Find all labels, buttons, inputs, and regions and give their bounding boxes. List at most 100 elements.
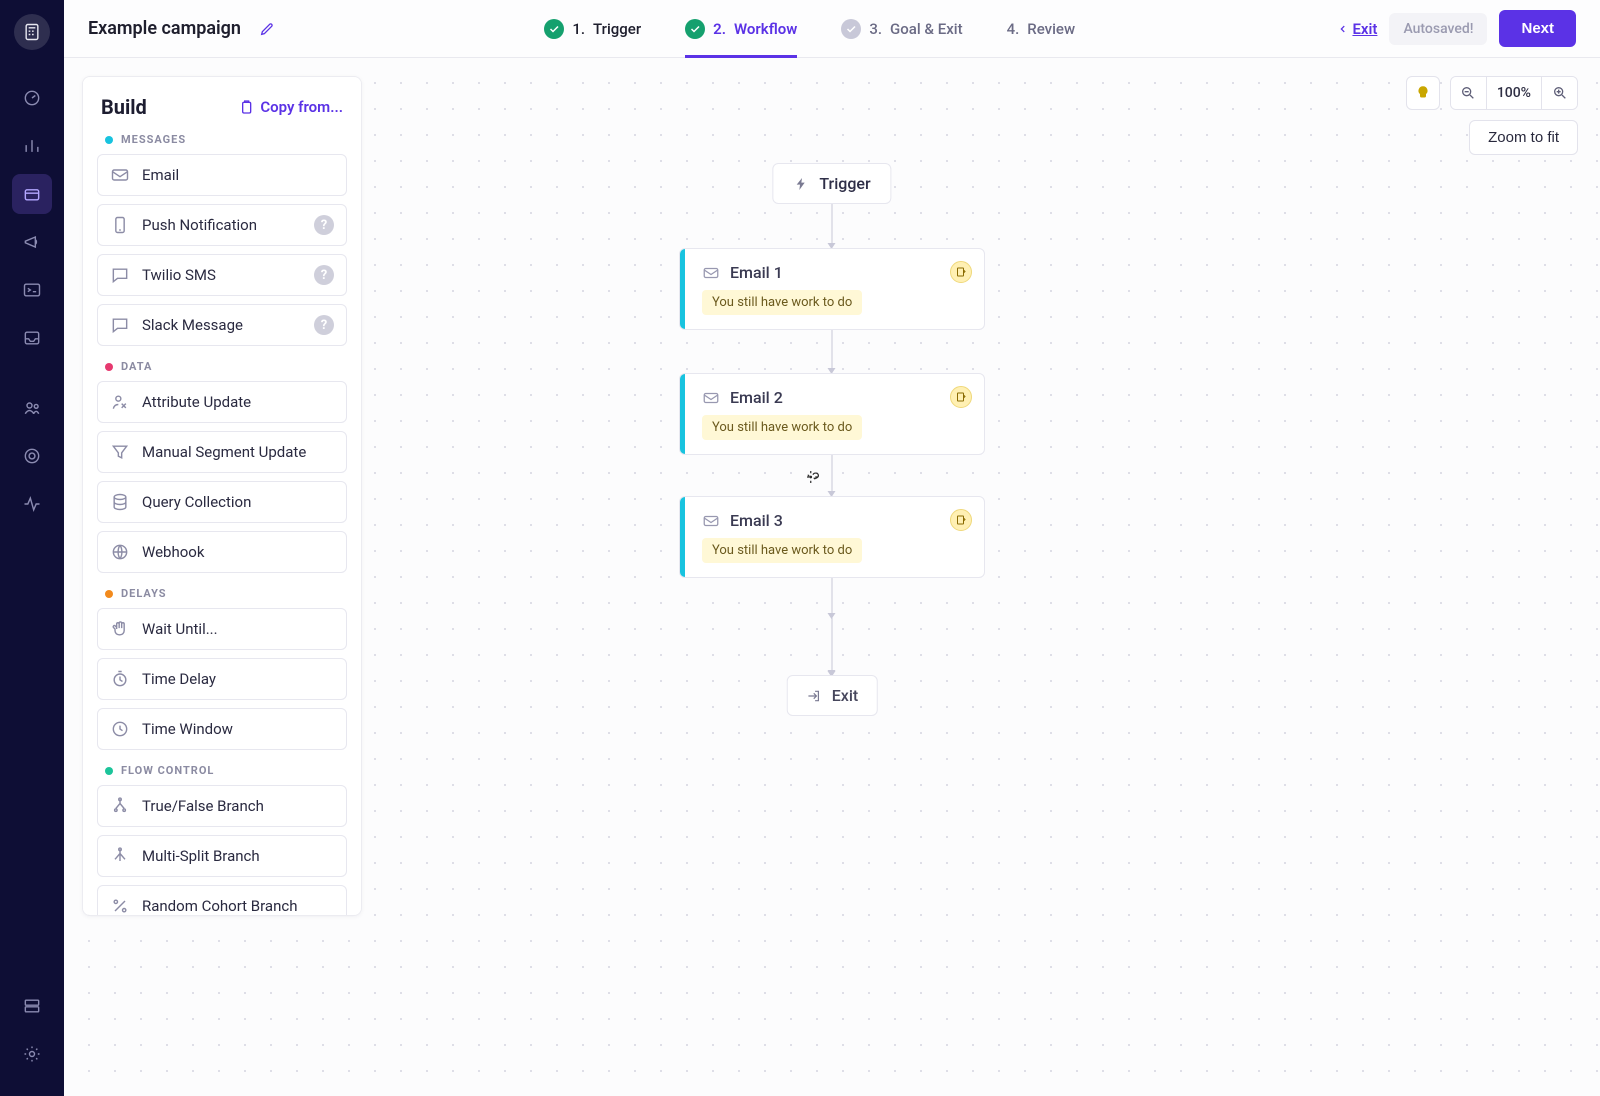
branch-icon	[110, 796, 130, 816]
exit-link[interactable]: Exit	[1338, 20, 1377, 38]
nav-settings[interactable]	[12, 1034, 52, 1074]
email-icon	[702, 264, 720, 282]
item-webhook[interactable]: Webhook	[97, 531, 347, 573]
topbar: Example campaign 1. Trigger 2. Workflow …	[64, 0, 1600, 58]
database-icon	[110, 492, 130, 512]
node-title: Email 2	[730, 388, 783, 407]
package-icon	[22, 184, 42, 204]
pencil-icon	[259, 21, 275, 37]
globe-icon	[110, 542, 130, 562]
item-random-branch[interactable]: Random Cohort Branch	[97, 885, 347, 916]
help-icon[interactable]: ?	[314, 265, 334, 285]
person-edit-icon	[110, 392, 130, 412]
draft-badge-icon	[950, 509, 972, 531]
item-label: Attribute Update	[142, 393, 251, 411]
nav-broadcasts[interactable]	[12, 222, 52, 262]
nav-dashboard[interactable]	[12, 78, 52, 118]
copy-from-button[interactable]: Copy from...	[238, 98, 343, 116]
item-query-collection[interactable]: Query Collection	[97, 481, 347, 523]
email-icon	[110, 165, 130, 185]
trigger-node[interactable]: Trigger	[772, 163, 891, 204]
item-wait-until[interactable]: Wait Until...	[97, 608, 347, 650]
nav-activity[interactable]	[12, 484, 52, 524]
multi-branch-icon	[110, 846, 130, 866]
item-time-delay[interactable]: Time Delay	[97, 658, 347, 700]
step-review[interactable]: 4. Review	[1007, 0, 1076, 57]
node-warning: You still have work to do	[702, 415, 862, 440]
step-workflow[interactable]: 2. Workflow	[685, 0, 797, 57]
email-node-2[interactable]: Email 2 You still have work to do	[679, 373, 985, 455]
panel-title: Build	[101, 95, 147, 119]
item-sms[interactable]: Twilio SMS ?	[97, 254, 347, 296]
nav-analytics[interactable]	[12, 126, 52, 166]
gauge-icon	[22, 88, 42, 108]
section-delays: DELAYS	[105, 587, 339, 600]
tips-button[interactable]	[1406, 76, 1440, 110]
help-icon[interactable]: ?	[314, 215, 334, 235]
nav-rail	[0, 0, 64, 1096]
item-time-window[interactable]: Time Window	[97, 708, 347, 750]
nav-data[interactable]	[12, 986, 52, 1026]
step-goal-exit[interactable]: 3. Goal & Exit	[841, 0, 962, 57]
activity-icon	[22, 494, 42, 514]
step-trigger[interactable]: 1. Trigger	[544, 0, 641, 57]
item-label: Webhook	[142, 543, 204, 561]
exit-node[interactable]: Exit	[787, 675, 878, 716]
email-node-3[interactable]: Email 3 You still have work to do	[679, 496, 985, 578]
node-title: Email 1	[730, 263, 783, 282]
filter-icon	[110, 442, 130, 462]
node-title: Email 3	[730, 511, 783, 530]
zoom-fit-button[interactable]: Zoom to fit	[1469, 120, 1578, 155]
next-button[interactable]: Next	[1499, 10, 1576, 47]
item-label: Multi-Split Branch	[142, 847, 260, 865]
zoom-out-icon	[1460, 85, 1476, 101]
campaign-title: Example campaign	[88, 18, 241, 39]
workflow-canvas[interactable]: 100% Zoom to fit Build Copy from... MESS…	[64, 58, 1600, 1096]
nav-deliveries[interactable]	[12, 318, 52, 358]
zoom-out-button[interactable]	[1451, 77, 1487, 109]
draft-badge-icon	[950, 386, 972, 408]
check-circle-icon	[685, 19, 705, 39]
zoom-in-icon	[1552, 85, 1568, 101]
build-panel: Build Copy from... MESSAGES Email Push N…	[82, 76, 362, 916]
nav-transactional[interactable]	[12, 270, 52, 310]
nav-campaigns[interactable]	[12, 174, 52, 214]
chat-icon	[110, 315, 130, 335]
megaphone-icon	[22, 232, 42, 252]
item-tf-branch[interactable]: True/False Branch	[97, 785, 347, 827]
nav-people[interactable]	[12, 388, 52, 428]
email-icon	[702, 389, 720, 407]
item-label: Email	[142, 166, 179, 184]
email-node-1[interactable]: Email 1 You still have work to do	[679, 248, 985, 330]
item-multi-branch[interactable]: Multi-Split Branch	[97, 835, 347, 877]
hand-icon	[110, 619, 130, 639]
terminal-icon	[22, 280, 42, 300]
item-label: Twilio SMS	[142, 266, 216, 284]
exit-icon	[806, 688, 822, 704]
node-warning: You still have work to do	[702, 290, 862, 315]
item-slack[interactable]: Slack Message ?	[97, 304, 347, 346]
zoom-controls: 100% Zoom to fit	[1406, 76, 1578, 155]
item-push[interactable]: Push Notification ?	[97, 204, 347, 246]
help-icon[interactable]: ?	[314, 315, 334, 335]
item-label: Push Notification	[142, 216, 257, 234]
connector	[832, 618, 833, 675]
inbox-icon	[22, 328, 42, 348]
edit-title-button[interactable]	[253, 15, 281, 43]
section-flow: FLOW CONTROL	[105, 764, 339, 777]
people-icon	[22, 398, 42, 418]
item-email[interactable]: Email	[97, 154, 347, 196]
item-segment-update[interactable]: Manual Segment Update	[97, 431, 347, 473]
item-label: Time Delay	[142, 670, 216, 688]
stopwatch-icon	[110, 669, 130, 689]
app-logo[interactable]	[14, 14, 50, 50]
item-label: Wait Until...	[142, 620, 218, 638]
item-attribute-update[interactable]: Attribute Update	[97, 381, 347, 423]
database-icon	[22, 996, 42, 1016]
check-circle-icon	[841, 19, 861, 39]
chevron-left-icon	[1338, 24, 1348, 34]
nav-segments[interactable]	[12, 436, 52, 476]
lightbulb-icon	[1414, 84, 1432, 102]
cursor-icon	[804, 468, 822, 486]
zoom-in-button[interactable]	[1541, 77, 1577, 109]
